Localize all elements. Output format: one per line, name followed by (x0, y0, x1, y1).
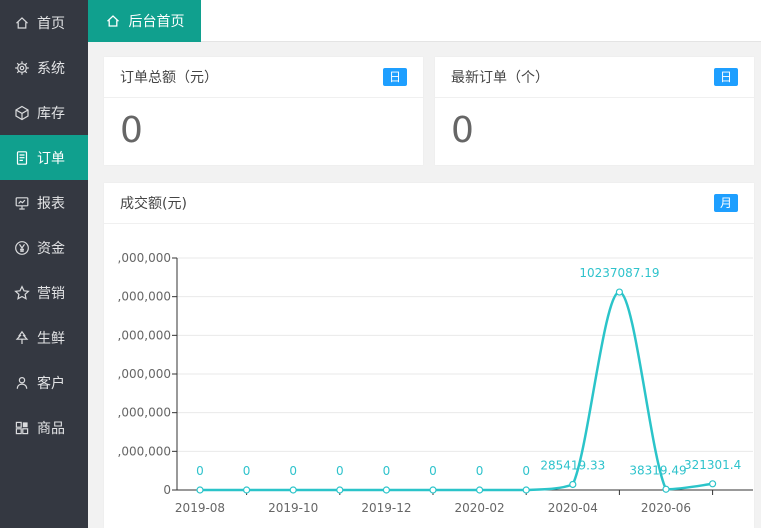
sidebar-item-marketing[interactable]: 营销 (0, 270, 88, 315)
svg-text:2020-04: 2020-04 (548, 501, 598, 515)
tab-label: 后台首页 (128, 14, 185, 30)
svg-text:0: 0 (336, 464, 344, 478)
svg-text:10237087.19: 10237087.19 (579, 266, 659, 280)
sidebar-item-label: 库存 (37, 105, 65, 122)
yen-icon (13, 239, 30, 256)
svg-text:2020-06: 2020-06 (641, 501, 691, 515)
day-badge[interactable]: 日 (382, 68, 407, 86)
latest-orders-title: 最新订单（个） (451, 70, 549, 86)
sidebar-item-label: 系统 (37, 60, 65, 77)
file-icon (13, 149, 30, 166)
order-total-title: 订单总额（元） (120, 70, 218, 86)
sidebar-item-label: 报表 (37, 195, 65, 212)
customer-icon (13, 374, 30, 391)
sidebar-item-system[interactable]: 系统 (0, 45, 88, 90)
svg-text:8,000,000: 8,000,000 (117, 328, 171, 342)
home-icon (13, 14, 30, 31)
tab-backend-home[interactable]: 后台首页 (88, 0, 201, 42)
sidebar-item-fresh[interactable]: 生鲜 (0, 315, 88, 360)
svg-text:321301.4: 321301.4 (684, 458, 741, 472)
sidebar-item-label: 商品 (37, 420, 65, 437)
home-icon (105, 13, 121, 29)
sidebar-item-home[interactable]: 首页 (0, 0, 88, 45)
sidebar: 首页系统库存订单报表资金营销生鲜客户商品 (0, 0, 88, 528)
svg-text:0: 0 (383, 464, 391, 478)
svg-text:2019-08: 2019-08 (175, 501, 225, 515)
svg-text:0: 0 (196, 464, 204, 478)
svg-text:10,000,000: 10,000,000 (117, 290, 171, 304)
latest-orders-card: 最新订单（个） 日 0 (435, 57, 754, 165)
sidebar-item-label: 订单 (37, 150, 65, 167)
svg-text:285419.33: 285419.33 (540, 458, 605, 472)
month-badge[interactable]: 月 (713, 194, 738, 212)
sidebar-item-label: 资金 (37, 240, 65, 257)
latest-orders-value: 0 (451, 110, 474, 151)
sidebar-item-label: 生鲜 (37, 330, 65, 347)
transactions-card: 成交额(元) 月 0 2,000,000 4,000,000 6,000,000 8,0… (104, 183, 754, 528)
sidebar-item-label: 客户 (37, 375, 65, 392)
day-badge[interactable]: 日 (713, 68, 738, 86)
sidebar-item-label: 首页 (37, 15, 65, 32)
sidebar-item-reports[interactable]: 报表 (0, 180, 88, 225)
svg-text:0: 0 (243, 464, 251, 478)
sidebar-item-goods[interactable]: 商品 (0, 405, 88, 450)
grid-icon (13, 419, 30, 436)
svg-text:2020-02: 2020-02 (455, 501, 505, 515)
svg-text:0: 0 (429, 464, 437, 478)
report-icon (13, 194, 30, 211)
main-content: 订单总额（元） 日 0 最新订单（个） 日 0 成交额(元) 月 0 2,000,… (88, 42, 761, 528)
order-total-value: 0 (120, 110, 143, 151)
svg-text:0: 0 (289, 464, 297, 478)
svg-text:0: 0 (476, 464, 484, 478)
svg-text:2,000,000: 2,000,000 (117, 444, 171, 458)
svg-text:2019-12: 2019-12 (361, 501, 411, 515)
tree-icon (13, 329, 30, 346)
sidebar-item-funds[interactable]: 资金 (0, 225, 88, 270)
svg-text:0: 0 (163, 483, 171, 497)
sidebar-item-orders[interactable]: 订单 (0, 135, 88, 180)
sidebar-item-customers[interactable]: 客户 (0, 360, 88, 405)
tab-bar: 后台首页 (88, 0, 761, 42)
svg-text:6,000,000: 6,000,000 (117, 367, 171, 381)
box-icon (13, 104, 30, 121)
order-total-card: 订单总额（元） 日 0 (104, 57, 423, 165)
sidebar-item-label: 营销 (37, 285, 65, 302)
gear-icon (13, 59, 30, 76)
svg-text:38319.49: 38319.49 (629, 463, 686, 477)
svg-text:12,000,000: 12,000,000 (117, 251, 171, 265)
svg-text:4,000,000: 4,000,000 (117, 406, 171, 420)
sidebar-item-inventory[interactable]: 库存 (0, 90, 88, 135)
transactions-title: 成交额(元) (120, 196, 187, 212)
transactions-chart[interactable]: 0 2,000,000 4,000,000 6,000,000 8,000,000 10,… (117, 223, 754, 528)
svg-text:2019-10: 2019-10 (268, 501, 318, 515)
svg-text:0: 0 (522, 464, 530, 478)
star-icon (13, 284, 30, 301)
